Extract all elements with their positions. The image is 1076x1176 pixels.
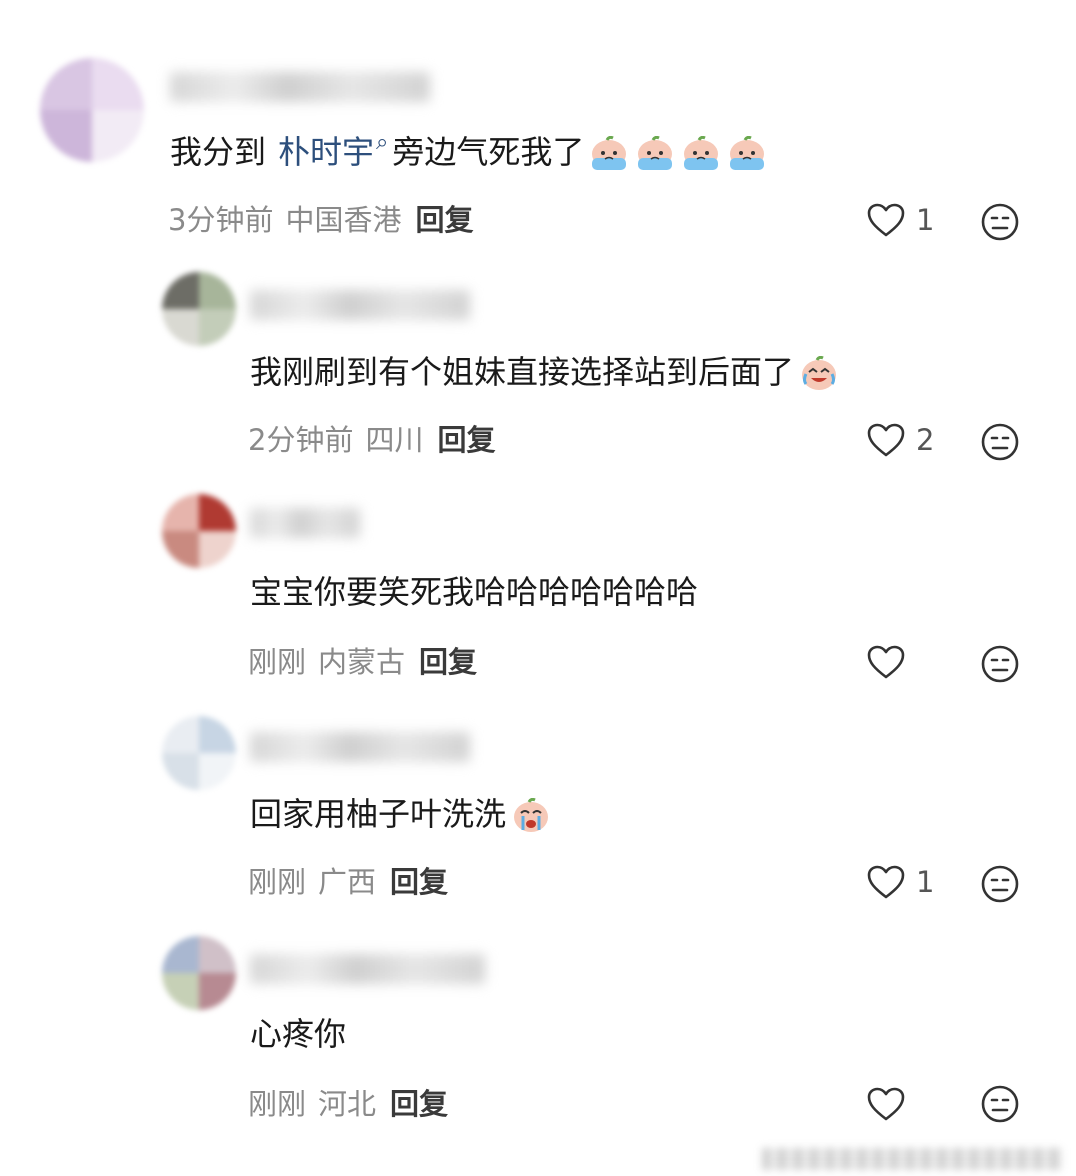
ip-location: 河北 — [318, 1087, 377, 1121]
comment-text-part: 宝宝你要笑死我哈哈哈哈哈哈哈 — [250, 573, 699, 611]
like-button[interactable]: 1 — [866, 864, 938, 900]
reply-button[interactable]: 回复 — [390, 1087, 448, 1121]
heart-icon — [867, 423, 905, 457]
timestamp: 刚刚 — [248, 1087, 307, 1121]
comment-text: 宝宝你要笑死我哈哈哈哈哈哈哈 — [250, 572, 698, 612]
comment-meta: 3分钟前 中国香港 回复 — [168, 200, 473, 240]
dislike-button[interactable] — [980, 202, 1020, 242]
comment-text-part: 我分到 — [170, 133, 267, 171]
timestamp: 2分钟前 — [248, 423, 354, 457]
username-redacted[interactable] — [250, 508, 360, 538]
mention-link[interactable]: 朴时宇 — [278, 132, 374, 172]
like-count: 1 — [916, 865, 935, 899]
avatar[interactable] — [162, 494, 236, 568]
search-icon[interactable]: ⌕ — [376, 123, 388, 163]
like-count: 2 — [916, 423, 935, 457]
reply-button[interactable]: 回复 — [419, 645, 477, 679]
like-button[interactable] — [866, 644, 938, 680]
comment-text-part: 心疼你 — [250, 1015, 347, 1053]
neutral-face-icon — [981, 1085, 1019, 1123]
avatar[interactable] — [40, 58, 144, 162]
avatar[interactable] — [162, 936, 236, 1010]
comment-meta: 刚刚 广西 回复 — [248, 862, 448, 902]
ip-location: 广西 — [318, 865, 377, 899]
watermark-redacted — [762, 1148, 1062, 1170]
crying-peach-sticker — [634, 135, 676, 172]
crying-peach-sticker — [588, 135, 630, 172]
like-button[interactable]: 1 — [866, 202, 938, 238]
comment-meta: 刚刚 内蒙古 回复 — [248, 642, 477, 682]
comment-text: 回家用柚子叶洗洗 — [250, 794, 552, 834]
reply-button[interactable]: 回复 — [437, 423, 495, 457]
neutral-face-icon — [981, 423, 1019, 461]
ip-location: 中国香港 — [285, 203, 402, 237]
reply-button[interactable]: 回复 — [390, 865, 448, 899]
timestamp: 刚刚 — [248, 865, 307, 899]
ip-location: 内蒙古 — [318, 645, 406, 679]
username-redacted[interactable] — [170, 72, 430, 102]
neutral-face-icon — [981, 645, 1019, 683]
ip-location: 四川 — [365, 423, 424, 457]
avatar[interactable] — [162, 272, 236, 346]
heart-icon — [867, 645, 905, 679]
heart-icon — [867, 865, 905, 899]
comment-meta: 2分钟前 四川 回复 — [248, 420, 495, 460]
timestamp: 刚刚 — [248, 645, 307, 679]
laughing-crying-peach-sticker — [798, 355, 840, 392]
heart-icon — [867, 1087, 905, 1121]
crying-peach-sticker — [726, 135, 768, 172]
like-button[interactable] — [866, 1086, 938, 1122]
dislike-button[interactable] — [980, 864, 1020, 904]
comment-text: 心疼你 — [250, 1014, 346, 1054]
dislike-button[interactable] — [980, 422, 1020, 462]
avatar[interactable] — [162, 716, 236, 790]
comment-text: 我分到 朴时宇 ⌕ 旁边气死我了 — [170, 130, 768, 172]
reply-button[interactable]: 回复 — [415, 203, 473, 237]
comment-text-part: 我刚刷到有个姐妹直接选择站到后面了 — [250, 353, 795, 391]
neutral-face-icon — [981, 865, 1019, 903]
timestamp: 3分钟前 — [168, 203, 274, 237]
username-redacted[interactable] — [250, 954, 485, 984]
crying-peach-sticker — [680, 135, 722, 172]
dislike-button[interactable] — [980, 1084, 1020, 1124]
heart-icon — [867, 203, 905, 237]
comment-text-part: 回家用柚子叶洗洗 — [250, 795, 507, 833]
comment-text: 我刚刷到有个姐妹直接选择站到后面了 — [250, 352, 840, 392]
username-redacted[interactable] — [250, 290, 470, 320]
comment-text-part: 旁边气死我了 — [392, 133, 585, 171]
dislike-button[interactable] — [980, 644, 1020, 684]
sobbing-peach-sticker — [510, 797, 552, 834]
username-redacted[interactable] — [250, 732, 470, 762]
neutral-face-icon — [981, 203, 1019, 241]
comment-meta: 刚刚 河北 回复 — [248, 1084, 448, 1124]
like-count: 1 — [916, 203, 935, 237]
like-button[interactable]: 2 — [866, 422, 938, 458]
